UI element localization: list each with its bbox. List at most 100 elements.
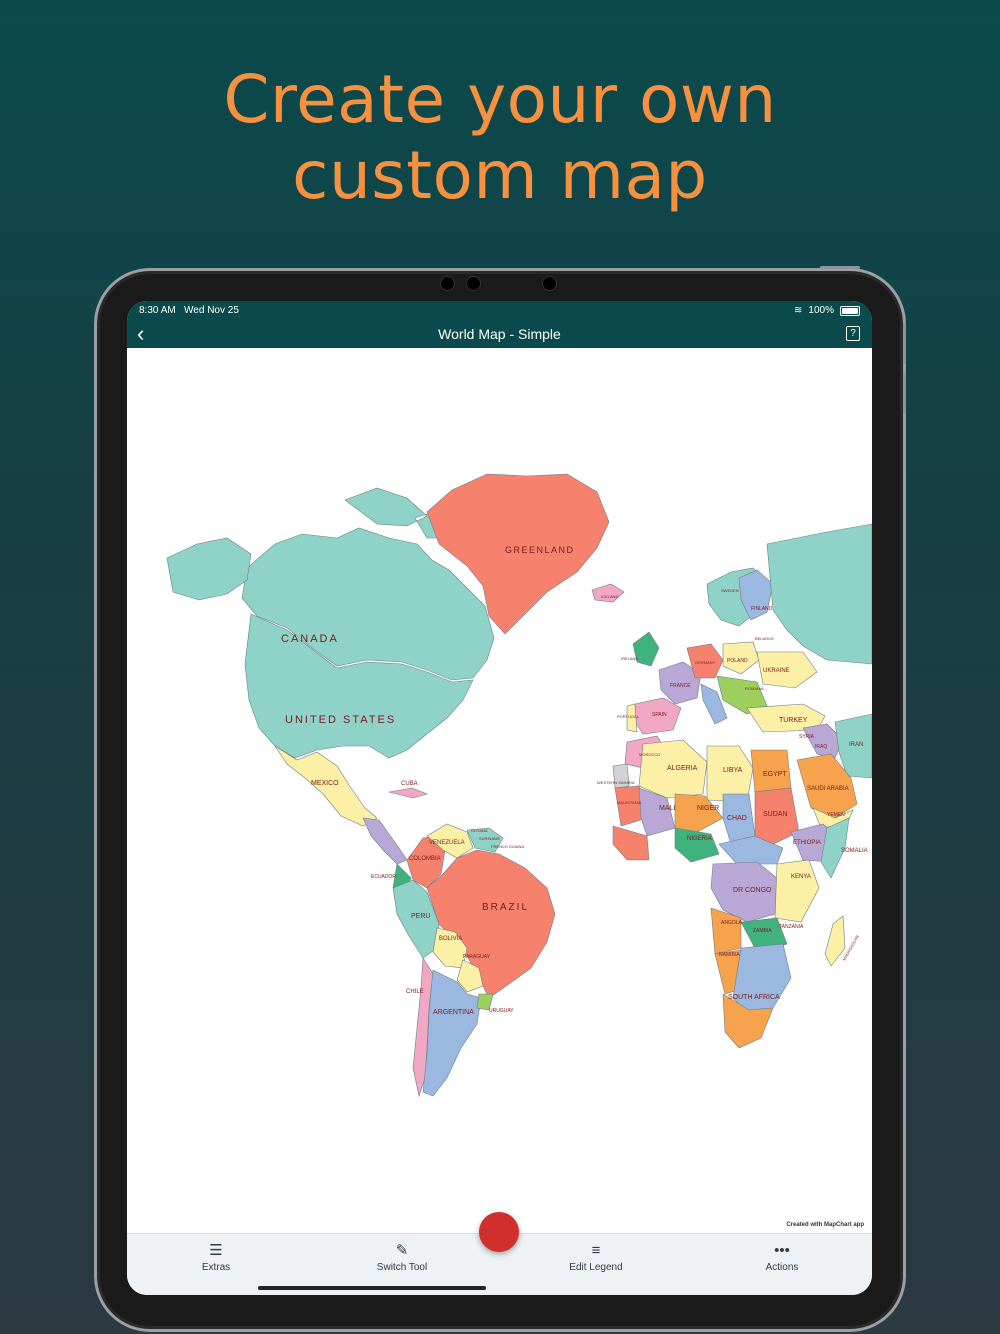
extras-button[interactable]: ☰ Extras [171,1240,261,1273]
more-icon: ••• [774,1242,790,1259]
label-tanzania: TANZANIA [779,924,804,930]
extras-label: Extras [201,1262,231,1273]
label-turkey: TURKEY [779,717,808,724]
help-icon[interactable]: ? [846,326,860,341]
region-alaska[interactable] [166,537,252,601]
home-indicator [258,1286,486,1290]
region-brazil[interactable] [426,849,556,999]
camera-flash-icon [543,277,556,290]
wifi-icon: ≋ [794,305,803,316]
region-cuba[interactable] [388,787,428,799]
label-western-sahara: WESTERN SAHARA [597,780,635,785]
brush-icon: ✎ [395,1242,409,1259]
label-angola: ANGOLA [721,920,743,926]
label-brazil: BRAZIL [482,902,529,913]
region-iceland[interactable] [591,583,625,603]
label-germany: GERMANY [695,660,716,665]
label-spain: SPAIN [652,712,667,718]
nav-bar: ‹ World Map - Simple ? [127,321,872,348]
region-west-coast[interactable] [612,825,650,861]
label-nigeria: NIGERIA [687,836,712,842]
region-kenya-tanzania[interactable] [774,859,820,923]
label-namibia: NAMIBIA [719,952,740,958]
label-mauritania: MAURITANIA [617,800,642,805]
label-iraq: IRAQ [815,744,827,750]
label-portugal: PORTUGAL [617,714,640,719]
volume-up-button [903,322,906,364]
label-chile: CHILE [406,989,424,995]
label-paraguay: PARAGUAY [463,954,491,960]
label-zambia: ZAMBIA [753,928,772,934]
region-central-america[interactable] [362,817,408,865]
edit-legend-label: Edit Legend [569,1262,623,1273]
label-ecuador: ECUADOR [371,874,396,880]
label-usa: UNITED STATES [285,714,396,726]
label-sudan: SUDAN [763,811,788,818]
label-poland: POLAND [727,658,748,664]
label-belarus: BELARUS [755,636,774,641]
label-peru: PERU [411,913,430,920]
label-colombia: COLOMBIA [409,856,441,862]
battery-percent: 100% [808,305,834,316]
label-yemen: YEMEN [827,812,845,818]
label-dr-congo: DR CONGO [733,887,772,894]
label-egypt: EGYPT [763,771,787,778]
battery-icon [840,305,860,316]
map-credit: Created with MapChart app [786,1222,864,1228]
label-south-africa: SOUTH AFRICA [728,994,780,1001]
region-russia[interactable] [766,523,872,665]
region-libya[interactable] [706,745,754,803]
label-canada: CANADA [281,633,339,645]
actions-button[interactable]: ••• Actions [737,1240,827,1273]
power-button [820,266,860,269]
sliders-icon: ☰ [209,1242,223,1259]
bottom-toolbar: ☰ Extras ✎ Switch Tool ≡ Edit Legend •••… [127,1212,872,1295]
edit-legend-button[interactable]: ≡ Edit Legend [551,1240,641,1273]
label-romania: ROMANIA [745,686,764,691]
headline: Create your own custom map [0,62,1000,214]
label-saudi-arabia: SAUDI ARABIA [807,786,849,792]
camera-bar [437,277,567,291]
label-syria: SYRIA [799,734,815,740]
region-southern-africa[interactable] [732,943,792,1015]
label-morocco: MOROCCO [639,752,660,757]
label-argentina: ARGENTINA [433,1009,474,1016]
label-greenland: GREENLAND [505,545,575,555]
label-iceland: ICELAND [601,594,618,599]
switch-tool-label: Switch Tool [376,1262,428,1273]
label-ukraine: UKRAINE [763,668,790,674]
camera-sensor-icon [467,277,480,290]
label-somalia: SOMALIA [841,848,868,854]
label-suriname: SURINAME [479,836,500,841]
actions-label: Actions [765,1262,799,1273]
list-icon: ≡ [591,1242,601,1259]
camera-lens-icon [441,277,454,290]
label-bolivia: BOLIVIA [439,936,462,942]
label-mali: MALI [659,805,675,812]
label-kenya: KENYA [791,874,811,880]
label-venezuela: VENEZUELA [429,840,465,846]
switch-tool-button[interactable]: ✎ Switch Tool [357,1240,447,1273]
headline-line-2: custom map [292,137,708,214]
status-bar: 8:30 AM Wed Nov 25 ≋ 100% [127,301,872,321]
page-title: World Map - Simple [438,326,561,342]
label-ireland: IRELAND [621,656,638,661]
label-finland: FINLAND [751,606,773,612]
label-niger: NIGER [697,805,719,812]
label-ethiopia: ETHIOPIA [793,840,821,846]
label-france: FRANCE [670,683,691,689]
label-uruguay: URUGUAY [489,1008,514,1014]
headline-line-1: Create your own [223,61,777,138]
region-nigeria[interactable] [674,827,720,863]
label-chad: CHAD [727,815,747,822]
label-mexico: MEXICO [311,780,339,787]
record-button[interactable] [479,1212,519,1252]
status-right: ≋ 100% [794,305,860,316]
app-screen: 8:30 AM Wed Nov 25 ≋ 100% ‹ World Map - … [127,301,872,1295]
volume-down-button [903,372,906,414]
status-time: 8:30 AM Wed Nov 25 [139,305,239,316]
label-sweden: SWEDEN [721,588,739,593]
world-map[interactable]: GREENLAND CANADA UNITED STATES MEXICO CU… [127,348,872,1233]
label-libya: LIBYA [723,767,743,774]
label-algeria: ALGERIA [667,765,698,772]
